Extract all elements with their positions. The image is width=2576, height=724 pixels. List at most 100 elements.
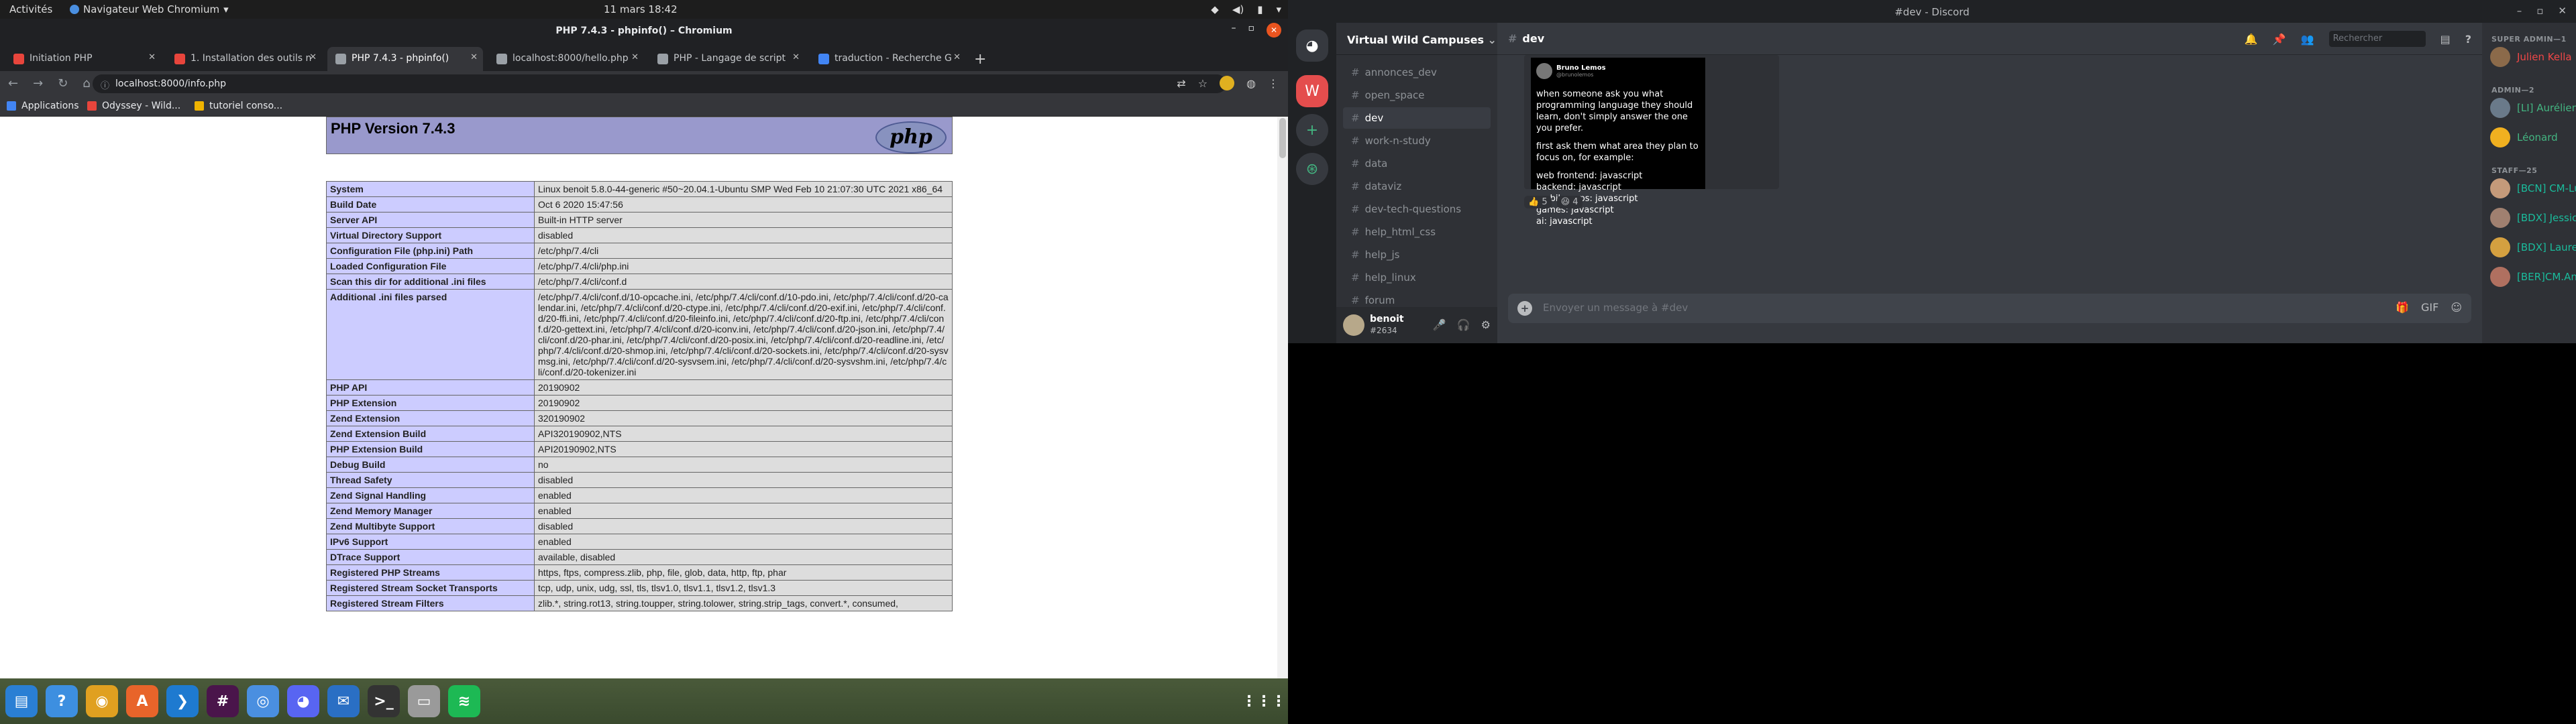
tab-phpinfo[interactable]: PHP 7.4.3 - phpinfo() ✕ xyxy=(327,47,483,71)
reload-icon[interactable]: ↻ xyxy=(58,76,68,90)
activities-button[interactable]: Activités xyxy=(9,3,52,15)
tab-initiation-php[interactable]: Initiation PHP ✕ xyxy=(5,47,161,71)
thunderbird-icon[interactable]: ✉ xyxy=(327,685,360,717)
menu-kebab-icon[interactable]: ⋮ xyxy=(1268,77,1279,90)
new-tab-icon[interactable]: + xyxy=(974,51,986,68)
member-item[interactable]: Julien Kella ❗ ◉ xyxy=(2490,47,2576,67)
tray-caret-icon[interactable]: ▾ xyxy=(1276,3,1281,15)
channel-work-n-study[interactable]: # work-n-study xyxy=(1343,130,1491,152)
help-icon[interactable]: ? xyxy=(46,685,78,717)
member-avatar xyxy=(2490,208,2510,228)
maximize-icon[interactable]: ▫ xyxy=(2536,5,2543,17)
reaction-laugh[interactable]: 😆 4 xyxy=(1556,196,1582,208)
bookmark-tutoriel[interactable]: tutoriel conso... xyxy=(195,101,282,111)
channel-annonces_dev[interactable]: # annonces_dev xyxy=(1343,62,1491,83)
battery-icon[interactable]: ▮ xyxy=(1257,3,1263,15)
software-icon[interactable]: A xyxy=(126,685,158,717)
channel-help_linux[interactable]: # help_linux xyxy=(1343,267,1491,288)
forward-icon[interactable]: → xyxy=(33,76,43,90)
files-docs-icon[interactable]: ▤ xyxy=(5,685,38,717)
tab-close-icon[interactable]: ✕ xyxy=(309,52,317,62)
headphones-icon[interactable]: 🎧 xyxy=(1457,318,1470,331)
search-input[interactable]: Rechercher xyxy=(2328,31,2426,47)
network-icon[interactable]: ◆ xyxy=(1211,3,1219,15)
show-apps-grid-icon[interactable]: ⋮⋮⋮ xyxy=(1242,685,1286,717)
terminal-icon[interactable]: >_ xyxy=(368,685,400,717)
home-icon[interactable]: ⌂ xyxy=(83,76,90,90)
slack-icon[interactable]: # xyxy=(207,685,239,717)
page-scrollbar[interactable] xyxy=(1277,117,1288,678)
channel-open_space[interactable]: # open_space xyxy=(1343,84,1491,106)
microphone-icon[interactable]: 🎤 xyxy=(1433,318,1446,331)
minimize-icon[interactable]: – xyxy=(1232,23,1236,38)
clock[interactable]: 11 mars 18:42 xyxy=(604,3,678,15)
channel-help_html_css[interactable]: # help_html_css xyxy=(1343,221,1491,243)
minimize-icon[interactable]: – xyxy=(2517,5,2522,17)
channel-dev-tech-questions[interactable]: # dev-tech-questions xyxy=(1343,198,1491,220)
translate-icon[interactable]: ⇄ xyxy=(1177,77,1185,90)
bookmark-odyssey[interactable]: Odyssey - Wild... xyxy=(87,101,180,111)
discord-dock-icon[interactable]: ◕ xyxy=(287,685,319,717)
spotify-icon[interactable]: ≋ xyxy=(448,685,480,717)
info-icon[interactable]: ⓘ xyxy=(101,78,109,91)
tweet-image[interactable]: Bruno Lemos @brunolemos when someone ask … xyxy=(1531,58,1705,227)
gift-icon[interactable]: 🎁 xyxy=(2396,301,2409,314)
bookmark-applications[interactable]: Applications xyxy=(7,101,79,111)
inbox-icon[interactable]: ▤ xyxy=(2440,33,2451,46)
tab-close-icon[interactable]: ✕ xyxy=(792,52,800,62)
discord-home-icon[interactable]: ◕ xyxy=(1296,29,1328,62)
profile-avatar[interactable] xyxy=(1220,76,1235,90)
user-avatar[interactable] xyxy=(1343,314,1364,336)
channel-help_js[interactable]: # help_js xyxy=(1343,244,1491,265)
tab-close-icon[interactable]: ✕ xyxy=(631,52,639,62)
close-icon[interactable]: ✕ xyxy=(2558,5,2567,17)
message-input[interactable]: + Envoyer un message à #dev 🎁 GIF ☺ xyxy=(1508,294,2471,323)
maximize-icon[interactable]: ▫ xyxy=(1248,23,1255,38)
add-server-icon[interactable]: + xyxy=(1296,114,1328,146)
bookmark-star-icon[interactable]: ☆ xyxy=(1198,77,1208,90)
emoji-icon[interactable]: ☺ xyxy=(2451,301,2462,314)
volume-icon[interactable]: ◀) xyxy=(1232,3,1244,15)
member-list-icon[interactable]: 👥 xyxy=(2301,33,2314,46)
server-header[interactable]: Virtual Wild Campuses ⌄ xyxy=(1336,23,1497,55)
settings-gear-icon[interactable]: ⚙ xyxy=(1481,318,1491,331)
channel-data[interactable]: # data xyxy=(1343,153,1491,174)
app-menu[interactable]: Navigateur Web Chromium ▾ xyxy=(70,3,229,15)
pin-icon[interactable]: 📌 xyxy=(2273,33,2286,46)
tab-close-icon[interactable]: ✕ xyxy=(953,52,961,62)
member-item[interactable]: [BER]CM.Annemarie ... xyxy=(2490,267,2576,287)
notification-bell-icon[interactable]: 🔔 xyxy=(2245,33,2258,46)
address-bar[interactable]: ⓘ localhost:8000/info.php xyxy=(93,74,1226,93)
tab-installation[interactable]: 1. Installation des outils n ✕ xyxy=(166,47,322,71)
channel-dev[interactable]: # dev xyxy=(1343,107,1491,129)
rhythmbox-icon[interactable]: ◉ xyxy=(86,685,118,717)
phpinfo-key: Zend Multibyte Support xyxy=(326,518,535,534)
channel-dataviz[interactable]: # dataviz xyxy=(1343,176,1491,197)
explore-servers-icon[interactable]: ⊛ xyxy=(1296,153,1328,185)
url-text[interactable]: localhost:8000/info.php xyxy=(115,78,226,89)
tab-hello[interactable]: localhost:8000/hello.php ✕ xyxy=(488,47,644,71)
chromium-icon[interactable]: ◎ xyxy=(247,685,279,717)
files-icon[interactable]: ▭ xyxy=(408,685,440,717)
reaction-thumbs-up[interactable]: 👍 5 xyxy=(1524,196,1552,208)
member-item[interactable]: [BDX] Jessica - Camp... xyxy=(2490,208,2576,228)
scrollbar-thumb[interactable] xyxy=(1279,118,1286,158)
member-item[interactable]: [LI] Aurélien Barbier xyxy=(2490,98,2576,118)
member-item[interactable]: Léonard xyxy=(2490,127,2558,147)
tab-close-icon[interactable]: ✕ xyxy=(470,52,478,62)
attach-plus-icon[interactable]: + xyxy=(1517,301,1532,316)
tab-traduction[interactable]: traduction - Recherche G ✕ xyxy=(810,47,966,71)
system-tray[interactable]: ◆ ◀) ▮ ▾ xyxy=(1211,3,1281,15)
extension-icon[interactable]: ◍ xyxy=(1246,77,1256,90)
vscode-icon[interactable]: ❯ xyxy=(166,685,199,717)
back-icon[interactable]: ← xyxy=(8,76,18,90)
tab-php-langage[interactable]: PHP - Langage de script ✕ xyxy=(649,47,805,71)
gif-icon[interactable]: GIF xyxy=(2421,301,2438,314)
tab-close-icon[interactable]: ✕ xyxy=(148,52,156,62)
help-icon[interactable]: ? xyxy=(2465,33,2471,46)
server-wild-icon[interactable]: W xyxy=(1296,75,1328,107)
member-item[interactable]: [BCN] CM-Luz Cortázar xyxy=(2490,178,2576,198)
phpinfo-key: Scan this dir for additional .ini files xyxy=(326,274,535,290)
close-window-icon[interactable]: ✕ xyxy=(1267,23,1281,38)
member-item[interactable]: [BDX] Laurent Andria... xyxy=(2490,237,2576,257)
